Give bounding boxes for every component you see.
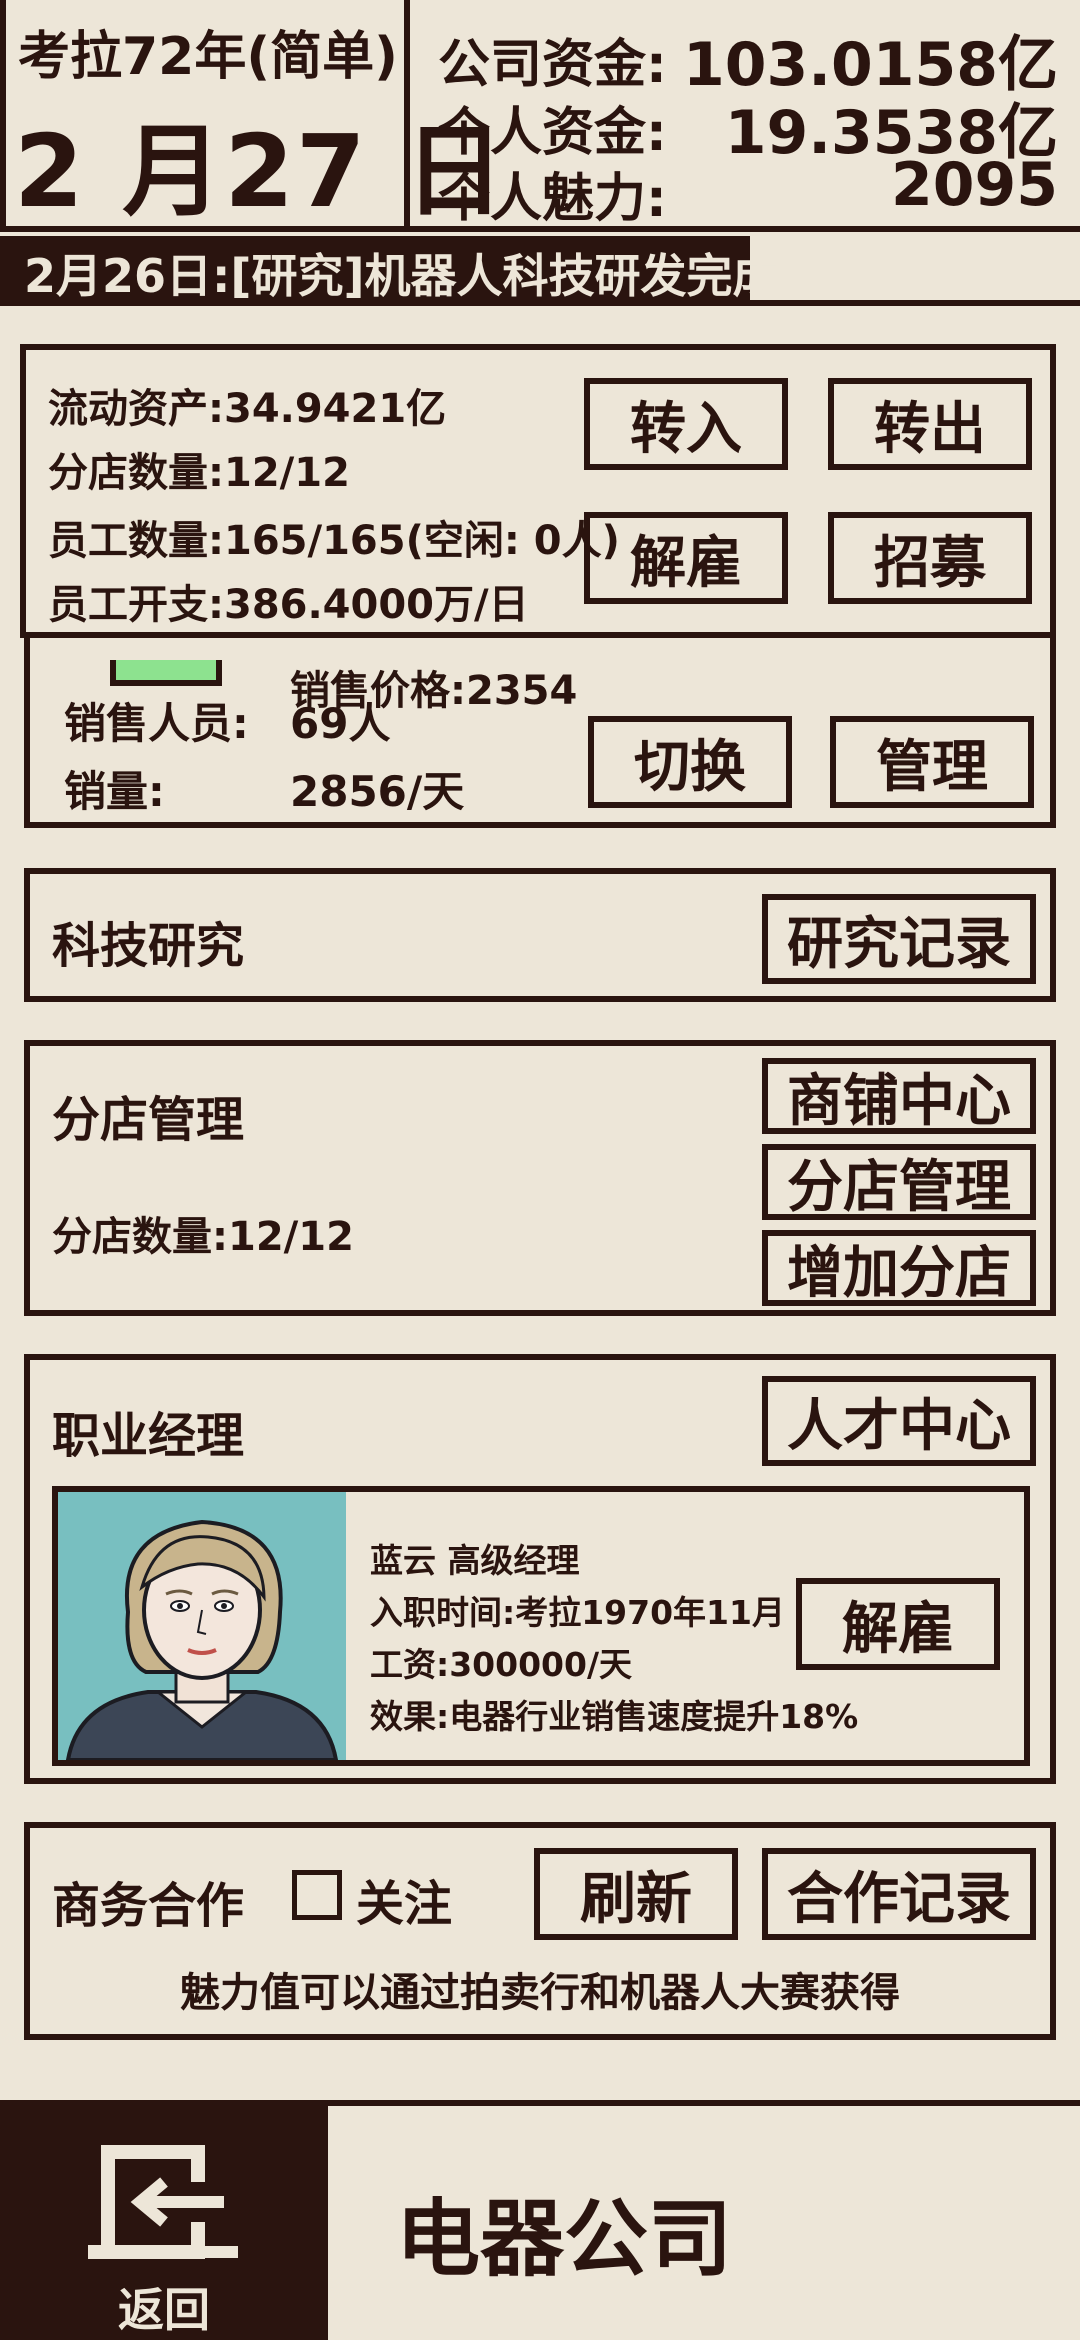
volume-value: 2856/天 [290,767,465,816]
branch-panel: 分店管理 分店数量:12/12 商铺中心 分店管理 增加分店 [24,1040,1056,1316]
manager-card: 蓝云 高级经理 入职时间:考拉1970年11月 工资:300000/天 效果:电… [52,1486,1030,1766]
manager-fire-button[interactable]: 解雇 [796,1578,1000,1670]
research-records-button[interactable]: 研究记录 [762,894,1036,984]
current-assets: 流动资产:34.9421亿 [48,386,447,432]
company-name: 电器公司 [396,2190,733,2288]
branch-title: 分店管理 [52,1092,245,1148]
news-bar: 2月26日:[研究]机器人科技研发完成 [0,236,1080,306]
business-title: 商务合作 [52,1878,245,1934]
back-button[interactable]: 返回 [0,2106,328,2340]
manage-button[interactable]: 管理 [830,716,1034,808]
volume-label: 销量: [64,767,165,816]
charm-value: 2095 [891,150,1058,220]
company-funds-label: 公司资金: [438,35,667,95]
footer: 返回 电器公司 [0,2100,1080,2340]
year-label: 考拉72年(简单) [18,27,398,87]
cooperation-records-button[interactable]: 合作记录 [762,1848,1036,1940]
shop-center-button[interactable]: 商铺中心 [762,1058,1036,1134]
branch-count: 分店数量:12/12 [48,450,350,496]
salespeople-label: 销售人员: [64,699,249,748]
manager-avatar-icon [65,1519,339,1760]
fire-button[interactable]: 解雇 [584,512,788,604]
transfer-in-button[interactable]: 转入 [584,378,788,470]
switch-button[interactable]: 切换 [588,716,792,808]
manager-salary: 工资:300000/天 [370,1645,633,1684]
employee-cost: 员工开支:386.4000万/日 [48,582,529,628]
employee-count: 员工数量:165/165(空闲: 0人) [48,518,620,564]
branch-manage-button[interactable]: 分店管理 [762,1144,1036,1220]
manager-portrait [58,1492,346,1760]
transfer-out-button[interactable]: 转出 [828,378,1032,470]
add-branch-button[interactable]: 增加分店 [762,1230,1036,1306]
date-label: 2 月27 日 [14,113,507,230]
manager-title: 职业经理 [52,1408,245,1464]
finance-panel: 流动资产:34.9421亿 分店数量:12/12 员工数量:165/165(空闲… [20,344,1056,638]
research-title: 科技研究 [52,918,245,974]
product-icon [110,660,222,686]
charm-label: 个人魅力: [438,169,667,229]
branch-count-label: 分店数量:12/12 [52,1214,354,1260]
research-panel: 科技研究 研究记录 [24,868,1056,1002]
manager-panel: 职业经理 人才中心 蓝云 高级经理 入职时间:考拉1970年11月 工资:300… [24,1354,1056,1784]
salespeople-value: 69人 [290,699,391,748]
header: 考拉72年(简单) 2 月27 日 公司资金: 103.0158亿 个人资金: … [0,0,1080,232]
manager-hire-date: 入职时间:考拉1970年11月 [370,1593,785,1632]
charm-hint: 魅力值可以通过拍卖行和机器人大赛获得 [180,1970,900,2016]
follow-checkbox[interactable] [292,1870,342,1920]
refresh-button[interactable]: 刷新 [534,1848,738,1940]
personal-funds-label: 个人资金: [438,103,667,163]
business-panel: 商务合作 关注 刷新 合作记录 魅力值可以通过拍卖行和机器人大赛获得 [24,1822,1056,2040]
news-text: 2月26日:[研究]机器人科技研发完成 [24,249,779,303]
follow-label[interactable]: 关注 [356,1864,452,1934]
recruit-button[interactable]: 招募 [828,512,1032,604]
exit-icon [88,2145,238,2259]
back-label: 返回 [118,2283,210,2337]
manager-effect: 效果:电器行业销售速度提升18% [370,1697,859,1736]
talent-center-button[interactable]: 人才中心 [762,1376,1036,1466]
manager-name: 蓝云 高级经理 [370,1541,580,1580]
